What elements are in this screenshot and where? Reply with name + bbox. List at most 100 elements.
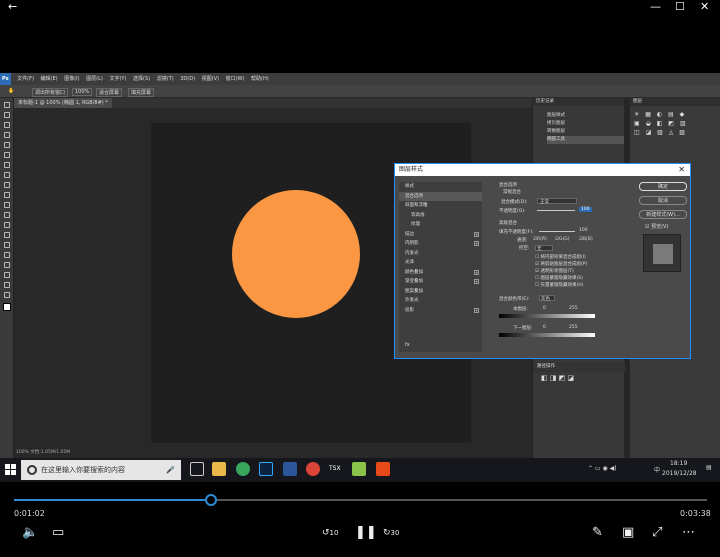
skip-back-button[interactable]: ↺10 [322,526,338,540]
option-zoom[interactable]: 100% [72,88,93,96]
hand-tool-icon[interactable] [3,282,10,288]
recorder-icon[interactable] [376,462,390,476]
pen-tool-icon[interactable] [3,242,10,248]
camtasia-icon[interactable] [352,462,366,476]
microphone-icon[interactable]: 🎤 [166,460,175,480]
check-option[interactable]: ☐ 将内部效果混合成组(I) [535,254,586,260]
adjustment-icons[interactable]: ☀ ▦ ◐ ▤ ◆ ▣ ◒ ◧ ◩ ▥ ◫ ◪ ▨ ◬ ▧ [630,106,720,141]
maximize-icon[interactable]: ☐ [675,1,685,13]
tray-icons[interactable]: ⌃ ▭ ◉ ◀) [588,465,617,472]
add-effect-icon[interactable]: + [474,241,479,246]
check-option[interactable]: ☑ 将剪贴图层混合成组(P) [535,261,587,267]
check-option[interactable]: ☐ 矢量蒙版隐藏效果(H) [535,282,583,288]
blend-options-item[interactable]: 混合选项 [399,191,482,201]
add-effect-icon[interactable]: + [474,279,479,284]
history-item[interactable]: 图层样式 [547,112,624,120]
history-item[interactable]: 转换图层 [547,128,624,136]
eraser-tool-icon[interactable] [3,202,10,208]
tsx-app-icon[interactable]: TSX [329,462,343,476]
effect-stroke[interactable]: 描边 + [399,230,482,240]
healing-tool-icon[interactable] [3,162,10,168]
word-icon[interactable] [283,462,297,476]
effect-bevel[interactable]: 斜面和浮雕 [399,201,482,211]
chrome-icon[interactable] [306,462,320,476]
cancel-button[interactable]: 取消 [639,196,687,205]
path-select-tool-icon[interactable] [3,262,10,268]
effect-contour[interactable]: 等高线 [399,211,482,221]
history-item[interactable]: 椭圆工具 [547,136,624,144]
dodge-tool-icon[interactable] [3,232,10,238]
this-layer-gradient-slider[interactable] [499,314,595,318]
menu-edit[interactable]: 编辑(E) [41,73,58,85]
tray-time[interactable]: 18:19 [670,460,687,467]
fullscreen-icon[interactable]: ⤢ [652,526,662,540]
miniplayer-icon[interactable]: ▣ [622,526,634,540]
channel-r-checkbox[interactable]: ☑R(R) [533,237,547,242]
history-item[interactable]: 拷贝图层 [547,120,624,128]
volume-icon[interactable]: 🔈 [22,526,38,540]
check-option[interactable]: ☑ 透明形状图层(T) [535,268,574,274]
effect-outer-glow[interactable]: 外发光 [399,296,482,306]
marquee-tool-icon[interactable] [3,112,10,118]
add-effect-icon[interactable]: + [474,307,479,313]
ime-indicator[interactable]: 中 [654,465,660,474]
check-option[interactable]: ☐ 图层蒙版隐藏效果(S) [535,275,583,281]
file-explorer-icon[interactable] [212,462,226,476]
channel-b-checkbox[interactable]: ☑B(B) [579,237,593,242]
effect-texture[interactable]: 纹理 [399,220,482,230]
lasso-tool-icon[interactable] [3,122,10,128]
eyedropper-tool-icon[interactable] [3,152,10,158]
brush-tool-icon[interactable] [3,172,10,178]
opacity-input[interactable]: 100 [579,207,592,212]
channel-g-checkbox[interactable]: ☑G(G) [555,237,570,242]
pause-button[interactable]: ❚❚ [355,526,377,540]
knockout-select[interactable]: 无 [535,245,553,252]
windows-start-icon[interactable] [5,464,16,475]
crop-tool-icon[interactable] [3,142,10,148]
quick-select-tool-icon[interactable] [3,132,10,138]
menu-window[interactable]: 窗口(W) [226,73,245,85]
option-fit-screen[interactable]: 适合屏幕 [96,88,123,97]
gradient-tool-icon[interactable] [3,212,10,218]
menu-layer[interactable]: 图层(L) [86,73,103,85]
notification-icon[interactable]: ▤ [706,464,712,471]
effect-inner-shadow[interactable]: 内阴影 + [399,239,482,249]
effect-gradient-overlay[interactable]: 渐变叠加 + [399,277,482,287]
orange-circle-shape[interactable] [232,190,360,318]
effect-pattern-overlay[interactable]: 图案叠加 [399,287,482,297]
blend-mode-select[interactable]: 正常 [537,198,577,205]
history-brush-tool-icon[interactable] [3,192,10,198]
photoshop-taskbar-icon[interactable] [259,462,273,476]
menu-help[interactable]: 帮助(H) [251,73,269,85]
tray-date[interactable]: 2019/12/28 [662,470,697,477]
menu-type[interactable]: 文字(Y) [109,73,126,85]
add-effect-icon[interactable]: + [474,269,479,275]
shape-tool-icon[interactable] [3,272,10,278]
doc-tab[interactable]: 未标题-1 @ 100% (椭圆 1, RGB/8#) * [14,98,112,108]
fill-opacity-input[interactable]: 100 [579,228,588,233]
more-options-icon[interactable]: ⋯ [682,526,695,540]
preview-checkbox[interactable]: ☑ 预览(V) [645,223,668,230]
option-fill-screen[interactable]: 填充屏幕 [128,88,155,97]
menu-file[interactable]: 文件(F) [17,73,34,85]
music-app-icon[interactable] [236,462,250,476]
close-icon[interactable]: ✕ [700,1,709,13]
effect-inner-glow[interactable]: 内发光 [399,249,482,259]
move-tool-icon[interactable] [3,102,10,108]
back-arrow-icon[interactable]: ← [8,1,17,13]
taskbar-search-box[interactable]: 在这里输入你要搜索的内容 🎤 [21,460,181,480]
path-ops-icons[interactable]: ◧ ◨ ◩ ◪ [541,374,574,382]
effect-drop-shadow[interactable]: 投影 + [399,306,482,316]
fill-opacity-slider[interactable] [539,231,575,232]
task-view-icon[interactable] [190,462,204,476]
subtitles-icon[interactable]: ▭ [52,526,64,540]
fx-label[interactable]: fx [399,341,410,351]
menu-filter[interactable]: 滤镜(T) [157,73,174,85]
skip-forward-button[interactable]: ↻30 [383,526,399,540]
menu-select[interactable]: 选择(S) [133,73,150,85]
menu-3d[interactable]: 3D(D) [180,73,195,85]
ok-button[interactable]: 确定 [639,182,687,191]
new-style-button[interactable]: 新建样式(W)... [639,210,687,219]
blend-if-select[interactable]: 灰色 [539,295,555,302]
underlying-gradient-slider[interactable] [499,333,595,337]
